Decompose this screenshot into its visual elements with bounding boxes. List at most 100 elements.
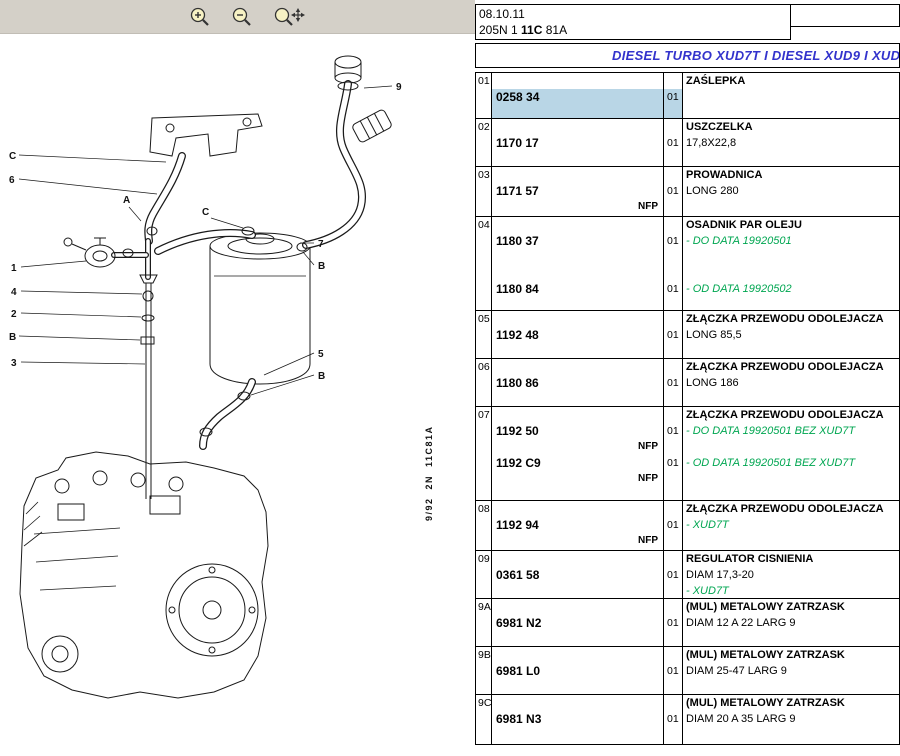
parts-list-panel: 08.10.11 205N 1 11C 81A DIESEL TURBO XUD… (475, 0, 900, 752)
desc-cell: ZŁĄCZKA PRZEWODU ODOLEJACZA - XUD7T (683, 501, 899, 550)
part-detail: LONG 85,5 (683, 327, 899, 343)
table-row[interactable]: 07 1192 50 NFP 1192 C9 NFP 01 01 ZŁĄCZKA… (476, 407, 899, 501)
part-qty: 01 (664, 567, 682, 583)
validity-note: - OD DATA 19920502 (683, 281, 899, 297)
part-qty: 01 (664, 375, 682, 391)
row-ref: 06 (476, 359, 491, 375)
zoom-in-button[interactable] (184, 3, 218, 31)
part-detail: DIAM 12 A 22 LARG 9 (683, 615, 899, 631)
desc-cell: ZŁĄCZKA PRZEWODU ODOLEJACZA LONG 186 (683, 359, 899, 406)
row-ref: 01 (476, 73, 491, 89)
part-number: 6981 L0 (492, 663, 663, 679)
ref-cell: 04 (476, 217, 491, 310)
header-empty-box (790, 4, 900, 27)
table-row[interactable]: 09 0361 58 01 REGULATOR CISNIENIA DIAM 1… (476, 551, 899, 599)
qty-cell: 01 (663, 119, 683, 166)
parts-catalog-window: 9 C 6 A C 7 B 1 4 2 B 3 5 B 9/92 2N 11C8… (0, 0, 900, 752)
table-row[interactable]: 9A 6981 N2 01 (MUL) METALOWY ZATRZASK DI… (476, 599, 899, 647)
part-number: 6981 N3 (492, 711, 663, 727)
qty-cell: 01 (663, 167, 683, 216)
zoom-out-icon (230, 6, 256, 28)
part-number: 6981 N2 (492, 615, 663, 631)
zoom-in-icon (188, 6, 214, 28)
ref-cell: 02 (476, 119, 491, 166)
part-name: REGULATOR CISNIENIA (683, 551, 899, 567)
validity-note: - XUD7T (683, 517, 899, 533)
callout-label: 5 (318, 349, 324, 360)
part-number: 0258 34 (492, 89, 663, 118)
part-cell: 1180 37 1180 84 (491, 217, 663, 310)
bracket-part (150, 114, 262, 156)
callout-label: 2 (11, 309, 17, 320)
desc-cell: USZCZELKA 17,8X22,8 (683, 119, 899, 166)
part-qty: 01 (664, 135, 682, 151)
page-title: DIESEL TURBO XUD7T I DIESEL XUD9 I XUD (475, 43, 900, 68)
nfp-flag: NFP (492, 439, 663, 455)
part-detail: DIAM 17,3-20 (683, 567, 899, 583)
callout-label: A (123, 195, 130, 206)
nfp-flag: NFP (492, 533, 663, 549)
table-row[interactable]: 05 1192 48 01 ZŁĄCZKA PRZEWODU ODOLEJACZ… (476, 311, 899, 359)
table-row[interactable]: 9B 6981 L0 01 (MUL) METALOWY ZATRZASK DI… (476, 647, 899, 695)
row-ref: 05 (476, 311, 491, 327)
part-qty: 01 (664, 327, 682, 343)
ref-cell: 08 (476, 501, 491, 550)
pipe-fitting-part (351, 109, 392, 144)
qty-cell: 01 (663, 501, 683, 550)
row-ref: 9B (476, 647, 491, 663)
table-row[interactable]: 04 1180 37 1180 84 01 01 OSADNIK PAR OLE… (476, 217, 899, 311)
desc-cell: ZŁĄCZKA PRZEWODU ODOLEJACZA LONG 85,5 (683, 311, 899, 358)
part-cell: 1171 57 NFP (491, 167, 663, 216)
part-name: ZŁĄCZKA PRZEWODU ODOLEJACZA (683, 311, 899, 327)
qty-cell: 01 01 (663, 217, 683, 310)
part-qty: 01 (664, 455, 682, 471)
table-row[interactable]: 08 1192 94 NFP 01 ZŁĄCZKA PRZEWODU ODOLE… (476, 501, 899, 551)
desc-cell: PROWADNICA LONG 280 (683, 167, 899, 216)
validity-note: - DO DATA 19920501 (683, 233, 899, 249)
part-cell: 6981 N2 (491, 599, 663, 646)
callout-label: B (9, 332, 16, 343)
part-number: 0361 58 (492, 567, 663, 583)
validity-note: - XUD7T (683, 583, 899, 598)
part-qty: 01 (664, 663, 682, 679)
desc-cell: OSADNIK PAR OLEJU - DO DATA 19920501 - O… (683, 217, 899, 310)
part-qty: 01 (664, 615, 682, 631)
part-name: ZŁĄCZKA PRZEWODU ODOLEJACZA (683, 359, 899, 375)
part-number: 1180 86 (492, 375, 663, 391)
part-number: 1180 84 (492, 281, 663, 297)
table-row[interactable]: 03 1171 57 NFP 01 PROWADNICA LONG 280 (476, 167, 899, 217)
zoom-pan-button[interactable] (268, 3, 312, 31)
engine-block-part (20, 452, 268, 698)
row-ref: 07 (476, 407, 491, 423)
callout-label: 1 (11, 263, 17, 274)
callout-label: 3 (11, 358, 17, 369)
qty-cell: 01 (663, 695, 683, 744)
diagram-panel: 9 C 6 A C 7 B 1 4 2 B 3 5 B 9/92 2N 11C8… (0, 0, 475, 752)
table-row[interactable]: 01 0258 34 01 ZAŚLEPKA (476, 73, 899, 119)
exploded-view-diagram[interactable]: 9 C 6 A C 7 B 1 4 2 B 3 5 B 9/92 2N 11C8… (0, 34, 475, 756)
desc-cell: REGULATOR CISNIENIA DIAM 17,3-20 - XUD7T (683, 551, 899, 598)
plate-stamp-text: 9/92 2N 11C81A (424, 425, 434, 521)
part-detail: DIAM 20 A 35 LARG 9 (683, 711, 899, 727)
part-name: ZŁĄCZKA PRZEWODU ODOLEJACZA (683, 407, 899, 423)
table-row[interactable]: 06 1180 86 01 ZŁĄCZKA PRZEWODU ODOLEJACZ… (476, 359, 899, 407)
ref-cell: 03 (476, 167, 491, 216)
qty-cell: 01 (663, 599, 683, 646)
qty-cell: 01 (663, 311, 683, 358)
ref-cell: 05 (476, 311, 491, 358)
table-row[interactable]: 02 1170 17 01 USZCZELKA 17,8X22,8 (476, 119, 899, 167)
qty-cell: 01 (663, 551, 683, 598)
table-row[interactable]: 9C 6981 N3 01 (MUL) METALOWY ZATRZASK DI… (476, 695, 899, 745)
part-qty: 01 (664, 711, 682, 727)
part-detail: 17,8X22,8 (683, 135, 899, 151)
part-number: 1192 48 (492, 327, 663, 343)
part-number: 1180 37 (492, 233, 663, 249)
qty-cell: 01 (663, 73, 683, 118)
zoom-out-button[interactable] (226, 3, 260, 31)
callout-label: 9 (396, 82, 402, 93)
parts-table: 01 0258 34 01 ZAŚLEPKA 02 1170 17 (475, 72, 900, 745)
callout-label: B (318, 371, 325, 382)
ref-cell: 9C (476, 695, 491, 744)
part-name: ZŁĄCZKA PRZEWODU ODOLEJACZA (683, 501, 899, 517)
qty-cell: 01 (663, 359, 683, 406)
